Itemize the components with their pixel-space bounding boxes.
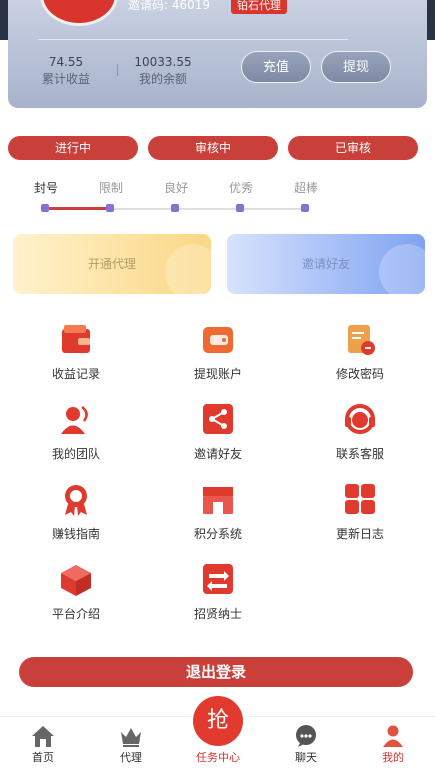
share-icon [200,403,236,437]
card-wallet-icon [200,323,236,357]
invite-friends-banner[interactable]: 邀请好友 [227,234,425,294]
level-label-awesome: 超棒 [294,181,319,195]
menu-label: 联系客服 [335,447,384,461]
wallet-icon [58,323,94,357]
tab-in-progress[interactable]: 进行中 [8,136,138,160]
menu-label: 收益记录 [51,367,100,381]
user-icon [381,724,405,748]
tab-home[interactable]: 首页 [13,717,73,765]
grid-icon [342,483,378,517]
withdraw-button[interactable]: 提现 [321,51,391,83]
recruit-icon [200,563,236,597]
level-dot [106,204,114,212]
level-dot [171,204,179,212]
chat-icon [294,724,318,748]
menu-invite-friends[interactable]: 邀请好友 [168,403,268,462]
tab-reviewed[interactable]: 已审核 [288,136,418,160]
menu-label: 积分系统 [193,527,242,541]
stat-total-earnings: 74.55 累计收益 [36,55,96,87]
level-progress [45,207,110,210]
people-icon [379,244,425,294]
level-label-limited: 限制 [99,181,124,195]
menu-contact-support[interactable]: 联系客服 [310,403,410,462]
menu-label: 邀请好友 [193,447,242,461]
menu-label: 提现账户 [193,367,242,381]
menu-platform-intro[interactable]: 平台介绍 [26,563,126,622]
stat-separator [117,64,118,76]
menu-withdraw-account[interactable]: 提现账户 [168,323,268,382]
menu-update-log[interactable]: 更新日志 [310,483,410,542]
menu-change-password[interactable]: 修改密码 [310,323,410,382]
menu-points-system[interactable]: 积分系统 [168,483,268,542]
level-label-banned: 封号 [34,181,59,195]
grab-task-button[interactable]: 抢 [193,696,243,746]
tab-under-review[interactable]: 审核中 [148,136,278,160]
card-divider [38,39,348,40]
tab-mine[interactable]: 我的 [363,717,423,765]
medal-icon [58,483,94,517]
open-agent-banner[interactable]: 开通代理 [13,234,211,294]
stat-balance: 10033.55 我的余额 [133,55,193,87]
tab-label: 代理 [120,751,142,764]
invite-code: 邀请码: 46019 [128,0,211,12]
cube-icon [58,563,94,597]
menu-earning-guide[interactable]: 赚钱指南 [26,483,126,542]
tab-label: 聊天 [295,751,317,764]
document-lock-icon [342,323,378,357]
tab-label: 首页 [32,751,54,764]
tab-label: 任务中心 [196,751,240,764]
menu-label: 平台介绍 [51,607,100,621]
tab-agent[interactable]: 代理 [101,717,161,765]
menu-label: 我的团队 [51,447,100,461]
level-dot [236,204,244,212]
stat-value: 74.55 [48,55,84,69]
stat-label: 我的余额 [138,72,187,86]
tab-chat[interactable]: 聊天 [276,717,336,765]
level-dot [41,204,49,212]
store-icon [200,483,236,517]
menu-recruitment[interactable]: 招贤纳士 [168,563,268,622]
team-icon [58,403,94,437]
menu-label: 招贤纳士 [193,607,242,621]
open-agent-label: 开通代理 [87,257,136,271]
home-icon [31,724,55,748]
invite-friends-label: 邀请好友 [301,257,350,271]
menu-label: 更新日志 [335,527,384,541]
level-label-good: 良好 [164,181,189,195]
profile-card: 邀请码: 46019 铂石代理 74.55 累计收益 10033.55 我的余额… [8,0,427,108]
logout-button[interactable]: 退出登录 [19,657,413,687]
level-dot [301,204,309,212]
menu-my-team[interactable]: 我的团队 [26,403,126,462]
stat-label: 累计收益 [41,72,90,86]
avatar[interactable] [40,0,118,26]
menu-label: 赚钱指南 [51,527,100,541]
crown-icon [119,724,143,748]
menu-earnings-record[interactable]: 收益记录 [26,323,126,382]
level-label-excellent: 优秀 [229,181,254,195]
headset-icon [342,403,378,437]
puzzle-icon [165,244,211,294]
tab-label: 我的 [382,751,404,764]
stat-value: 10033.55 [134,55,192,69]
menu-label: 修改密码 [335,367,384,381]
recharge-button[interactable]: 充值 [241,51,311,83]
level-badge: 铂石代理 [231,0,287,14]
